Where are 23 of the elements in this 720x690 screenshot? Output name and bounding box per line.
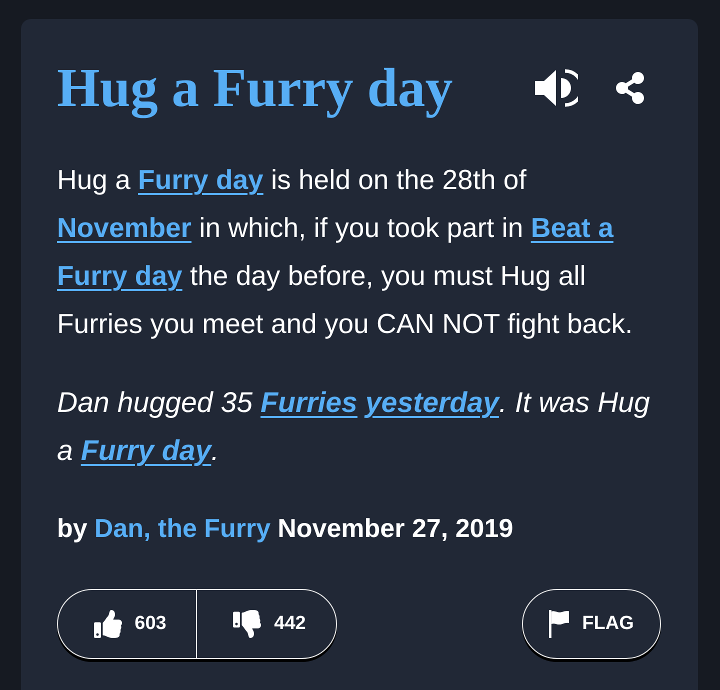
flag-button[interactable]: FLAG — [522, 589, 661, 659]
example-text: Dan hugged 35 Furries yesterday. It was Hug a Furry day. — [57, 386, 651, 469]
thumbs-up-icon — [94, 610, 122, 638]
definition-text: Hug a Furry day is held on the 28th of November in which, if you took part in Beat a Furry day the day before, you must Hug all Furries you meet and you CAN NOT fight back. — [57, 163, 634, 341]
share-button[interactable] — [614, 72, 646, 104]
term-link[interactable]: Furry day — [57, 260, 182, 291]
term-link[interactable]: Furry day — [138, 164, 264, 195]
downvote-button[interactable]: 442 — [196, 589, 337, 659]
term-link[interactable]: November — [57, 212, 192, 243]
term-link[interactable]: Furry day — [80, 435, 212, 467]
term-link[interactable]: Beat a — [530, 212, 614, 243]
byline-label: by — [57, 512, 88, 545]
speaker-icon — [535, 69, 578, 107]
flag-icon — [549, 610, 570, 638]
thumbs-down-icon — [233, 610, 262, 638]
audio-button[interactable] — [535, 69, 578, 107]
term-link[interactable]: Furries — [260, 387, 358, 419]
term-link[interactable]: yesterday — [365, 387, 499, 419]
share-icon — [614, 72, 646, 104]
author-link[interactable]: Dan, the Furry — [94, 508, 271, 548]
upvote-button[interactable]: 603 — [57, 589, 196, 659]
post-date: November 27, 2019 — [278, 512, 514, 545]
entry-title: Hug a Furry day — [57, 56, 453, 120]
